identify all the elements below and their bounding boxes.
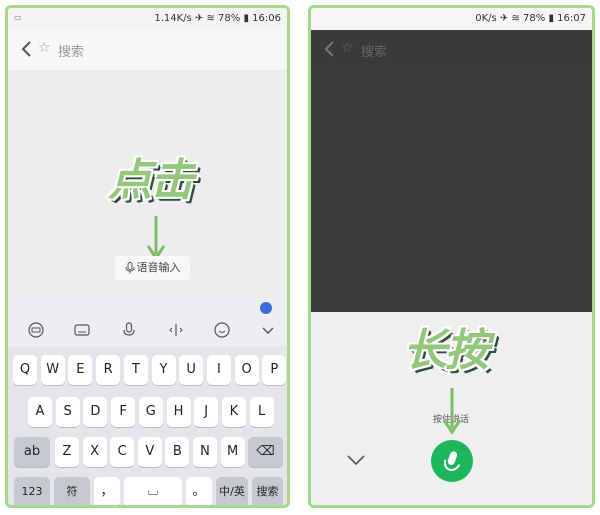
voice-input-label: 语音输入 bbox=[136, 261, 181, 274]
status-bar: 0K/s ✈ ≋ 78% ▮ 16:07 bbox=[311, 8, 592, 30]
microphone-icon[interactable] bbox=[121, 322, 137, 338]
key-e[interactable]: E bbox=[68, 355, 93, 385]
status-right: 0K/s ✈ ≋ 78% ▮ 16:07 bbox=[475, 13, 586, 24]
microphone-icon bbox=[443, 451, 461, 471]
keyboard-icon[interactable] bbox=[74, 322, 90, 338]
key-x[interactable]: X bbox=[82, 437, 107, 467]
clock: 16:07 bbox=[557, 13, 586, 24]
battery-level: 78% bbox=[218, 13, 241, 24]
key-q[interactable]: Q bbox=[13, 355, 37, 385]
search-bar[interactable]: ☆ 搜索 bbox=[8, 30, 287, 70]
wifi-icon: ✈ ≋ bbox=[194, 13, 219, 24]
chevron-down-icon[interactable] bbox=[346, 454, 366, 466]
network-speed: 0K/s bbox=[475, 13, 497, 24]
key-d[interactable]: D bbox=[83, 397, 108, 427]
back-arrow-icon[interactable] bbox=[18, 39, 36, 59]
search-input[interactable]: 搜索 bbox=[58, 41, 84, 60]
key-z[interactable]: Z bbox=[55, 437, 79, 467]
microphone-icon bbox=[125, 262, 134, 274]
key-j[interactable]: J bbox=[194, 397, 219, 427]
assistant-icon[interactable] bbox=[260, 302, 272, 314]
key-v[interactable]: V bbox=[137, 437, 162, 467]
dimmed-overlay bbox=[311, 30, 592, 312]
star-icon[interactable]: ☆ bbox=[38, 40, 51, 56]
wifi-icon: ✈ ≋ bbox=[499, 13, 524, 24]
search-key[interactable]: 搜索 bbox=[252, 477, 283, 505]
key-y[interactable]: Y bbox=[151, 355, 176, 385]
key-t[interactable]: T bbox=[123, 355, 148, 385]
battery-level: 78% bbox=[523, 13, 546, 24]
hold-to-talk-button[interactable] bbox=[431, 440, 473, 482]
key-r[interactable]: R bbox=[96, 355, 121, 385]
key-h[interactable]: H bbox=[166, 397, 191, 427]
keyboard: QWERTYUIOP ASDFGHJKL ZXCVBNM ab ⌫ 123 符 … bbox=[8, 346, 287, 505]
emoji-face-icon[interactable] bbox=[28, 322, 44, 338]
key-a[interactable]: A bbox=[28, 397, 52, 427]
key-u[interactable]: U bbox=[179, 355, 204, 385]
star-icon[interactable]: ☆ bbox=[341, 40, 354, 56]
key-m[interactable]: M bbox=[220, 437, 245, 467]
search-bar[interactable]: ☆ 搜索 bbox=[311, 30, 592, 70]
down-arrow-icon bbox=[442, 388, 462, 435]
left-screenshot-panel: ▭ 1.14K/s ✈ ≋ 78% ▮ 16:06 ☆ 搜索 点击 语音输入 Q… bbox=[5, 5, 290, 508]
status-right: 1.14K/s ✈ ≋ 78% ▮ 16:06 bbox=[154, 13, 281, 24]
key-s[interactable]: S bbox=[55, 397, 80, 427]
overlay-label-hold: 长按 bbox=[403, 325, 489, 376]
smiley-icon[interactable] bbox=[214, 322, 230, 338]
symbols-key[interactable]: 符 bbox=[54, 477, 90, 505]
search-input[interactable]: 搜索 bbox=[361, 41, 387, 60]
shift-key[interactable]: ab bbox=[14, 437, 50, 467]
key-w[interactable]: W bbox=[40, 355, 65, 385]
key-o[interactable]: O bbox=[234, 355, 259, 385]
keyboard-toolbar bbox=[8, 298, 287, 346]
key-f[interactable]: F bbox=[111, 397, 136, 427]
key-n[interactable]: N bbox=[193, 437, 217, 467]
overlay-label-tap: 点击 bbox=[108, 155, 194, 206]
key-p[interactable]: P bbox=[262, 355, 287, 385]
key-b[interactable]: B bbox=[165, 437, 190, 467]
voice-input-button[interactable]: 语音输入 bbox=[115, 256, 190, 280]
cursor-icon[interactable] bbox=[168, 322, 184, 338]
back-arrow-icon[interactable] bbox=[321, 39, 339, 59]
numbers-key[interactable]: 123 bbox=[14, 477, 50, 505]
notification-icon: ▭ bbox=[14, 13, 22, 22]
status-bar: ▭ 1.14K/s ✈ ≋ 78% ▮ 16:06 bbox=[8, 8, 287, 30]
comma-key[interactable]: ， bbox=[94, 477, 120, 505]
space-key[interactable]: ⌴ bbox=[124, 477, 182, 505]
key-g[interactable]: G bbox=[138, 397, 163, 427]
network-speed: 1.14K/s bbox=[154, 13, 192, 24]
battery-icon: ▮ bbox=[243, 13, 249, 24]
period-key[interactable]: 。 bbox=[186, 477, 212, 505]
key-l[interactable]: L bbox=[249, 397, 274, 427]
battery-icon: ▮ bbox=[548, 13, 554, 24]
right-screenshot-panel: 0K/s ✈ ≋ 78% ▮ 16:07 ☆ 搜索 长按 按住说话 bbox=[308, 5, 595, 508]
key-c[interactable]: C bbox=[110, 437, 135, 467]
chevron-down-icon[interactable] bbox=[260, 322, 276, 338]
clock: 16:06 bbox=[252, 13, 281, 24]
key-k[interactable]: K bbox=[221, 397, 246, 427]
key-i[interactable]: I bbox=[206, 355, 231, 385]
backspace-key[interactable]: ⌫ bbox=[248, 437, 283, 467]
language-switch-key[interactable]: 中/英 bbox=[216, 477, 248, 505]
